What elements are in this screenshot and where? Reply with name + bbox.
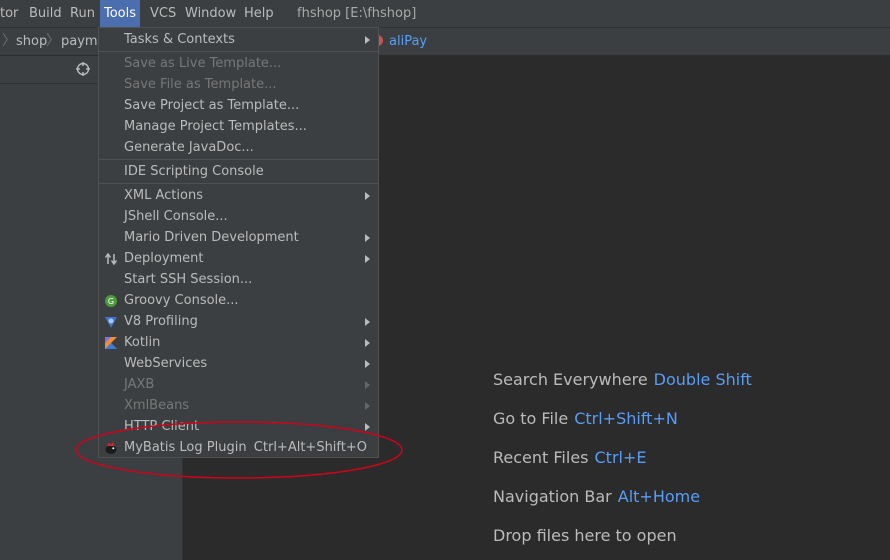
menu-item-webservices[interactable]: WebServices [99,353,378,374]
menu-item-save-live-template: Save as Live Template... [99,53,378,74]
window-title: fhshop [E:\fhshop] [297,6,417,21]
menu-item-label: XML Actions [124,188,203,203]
menu-item-label: Kotlin [124,335,161,350]
menu-item-label: Save File as Template... [124,77,277,92]
locate-crosshair-icon[interactable] [76,62,90,76]
main-menu-bar: tor Build Run Tools VCS Window Help fhsh… [0,0,890,28]
menu-tools[interactable]: Tools [100,0,141,27]
menu-item-label: WebServices [124,356,208,371]
menu-item-label: Deployment [124,251,204,266]
menu-item-jaxb: JAXB [99,374,378,395]
deployment-arrows-icon [104,252,118,266]
menu-window[interactable]: Window [185,0,236,27]
hint-label: Recent Files [493,448,589,467]
kotlin-icon [105,337,117,349]
hint-shortcut[interactable]: Alt+Home [618,487,700,506]
menu-item-start-ssh-session[interactable]: Start SSH Session... [99,269,378,290]
hint-shortcut[interactable]: Ctrl+Shift+N [574,409,678,428]
submenu-arrow-icon [365,255,370,263]
menu-item-xmlbeans: XmlBeans [99,395,378,416]
submenu-arrow-icon [365,36,370,44]
menu-item-kotlin[interactable]: Kotlin [99,332,378,353]
menu-item-label: Tasks & Contexts [124,32,235,47]
menu-item-label: Manage Project Templates... [124,119,307,134]
menu-item-label: Start SSH Session... [124,272,253,287]
submenu-arrow-icon [365,360,370,368]
svg-text:G: G [108,297,114,306]
submenu-arrow-icon [365,339,370,347]
hint-shortcut[interactable]: Ctrl+E [595,448,647,467]
menu-item-label: JShell Console... [124,209,228,224]
submenu-arrow-icon [365,192,370,200]
hint-shortcut[interactable]: Double Shift [654,370,752,389]
menu-run[interactable]: Run [70,0,95,27]
breadcrumb-file[interactable]: aliPay [389,28,427,55]
menu-item-save-file-template: Save File as Template... [99,74,378,95]
hint-recent-files: Recent Files Ctrl+E [493,448,646,467]
menu-item-label: Save as Live Template... [124,56,282,71]
hint-label: Search Everywhere [493,370,648,389]
menu-separator [99,159,378,160]
annotation-highlight-ellipse [75,421,403,479]
hint-label: Go to File [493,409,569,428]
hint-go-to-file: Go to File Ctrl+Shift+N [493,409,678,428]
menu-item-save-project-template[interactable]: Save Project as Template... [99,95,378,116]
menu-help[interactable]: Help [244,0,274,27]
v8-icon [105,317,117,328]
groovy-icon: G [105,295,117,307]
menu-build[interactable]: Build [29,0,62,27]
tools-dropdown-menu: Tasks & Contexts Save as Live Template..… [98,27,379,458]
menu-item-ide-scripting-console[interactable]: IDE Scripting Console [99,161,378,182]
menu-item-label: XmlBeans [124,398,190,413]
menu-item-xml-actions[interactable]: XML Actions [99,185,378,206]
hint-drop-files: Drop files here to open [493,526,677,545]
menu-item-label: Mario Driven Development [124,230,299,245]
menu-item-v8-profiling[interactable]: V8 Profiling [99,311,378,332]
menu-item-mario-driven-development[interactable]: Mario Driven Development [99,227,378,248]
menu-separator [99,51,378,52]
hint-label: Drop files here to open [493,526,677,545]
breadcrumb-separator-icon: 〉 [46,33,60,49]
menu-editor[interactable]: tor [0,0,18,27]
hint-navigation-bar: Navigation Bar Alt+Home [493,487,700,506]
menu-item-label: Save Project as Template... [124,98,300,113]
menu-item-label: V8 Profiling [124,314,198,329]
menu-item-manage-project-templates[interactable]: Manage Project Templates... [99,116,378,137]
menu-item-label: Generate JavaDoc... [124,140,254,155]
menu-separator [99,183,378,184]
menu-item-label: Groovy Console... [124,293,239,308]
submenu-arrow-icon [365,318,370,326]
menu-item-label: JAXB [124,377,155,392]
menu-item-tasks-contexts[interactable]: Tasks & Contexts [99,29,378,50]
submenu-arrow-icon [365,402,370,410]
breadcrumb-separator-icon: 〉 [2,33,16,49]
menu-item-groovy-console[interactable]: G Groovy Console... [99,290,378,311]
submenu-arrow-icon [365,381,370,389]
menu-item-generate-javadoc[interactable]: Generate JavaDoc... [99,137,378,158]
menu-item-label: IDE Scripting Console [124,164,264,179]
hint-label: Navigation Bar [493,487,612,506]
menu-vcs[interactable]: VCS [150,0,176,27]
menu-item-jshell-console[interactable]: JShell Console... [99,206,378,227]
hint-search-everywhere: Search Everywhere Double Shift [493,370,752,389]
menu-item-deployment[interactable]: Deployment [99,248,378,269]
breadcrumb-shop[interactable]: shop [16,28,47,55]
submenu-arrow-icon [365,234,370,242]
